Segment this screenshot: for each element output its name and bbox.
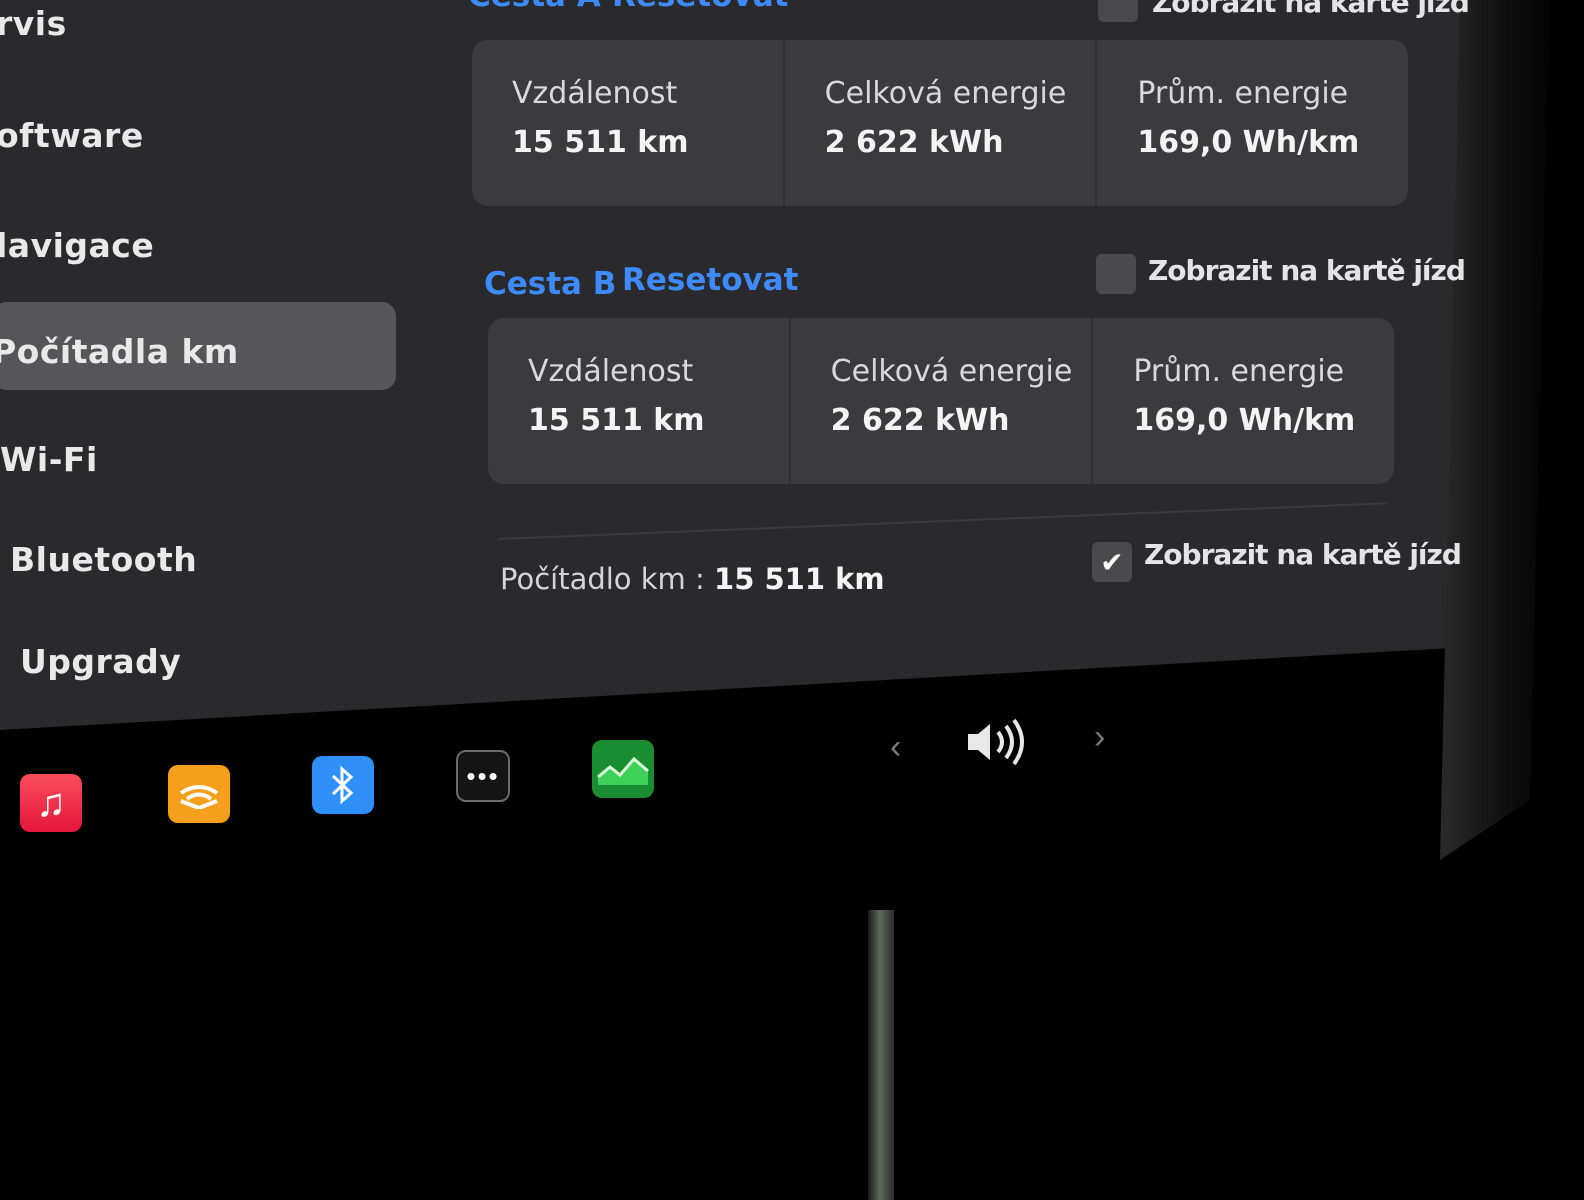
trip-b-reset-button[interactable]: Resetovat bbox=[622, 262, 798, 298]
stat-label: Prům. energie bbox=[1133, 354, 1345, 389]
trip-a-show-label: Zobrazit na kartě jízd bbox=[1152, 0, 1470, 19]
trip-b-distance: Vzdálenost 15 511 km bbox=[488, 318, 791, 484]
stat-value: 2 622 kWh bbox=[830, 403, 1010, 438]
stat-label: Prům. energie bbox=[1137, 76, 1349, 111]
checkmark-icon: ✔ bbox=[1100, 546, 1124, 578]
energy-app-icon[interactable] bbox=[592, 740, 654, 798]
trip-a-distance: Vzdálenost 15 511 km bbox=[472, 40, 785, 206]
trip-b-avg-energy: Prům. energie 169,0 Wh/km bbox=[1093, 318, 1394, 484]
speaker-volume-icon[interactable] bbox=[964, 716, 1030, 773]
trip-a-card: Vzdálenost 15 511 km Celková energie 2 6… bbox=[472, 40, 1408, 206]
display-mount bbox=[868, 910, 894, 1200]
music-icon[interactable]: ♫ bbox=[20, 774, 82, 832]
stat-value: 2 622 kWh bbox=[824, 125, 1004, 160]
trip-b-total-energy: Celková energie 2 622 kWh bbox=[791, 318, 1094, 484]
odometer-show-checkbox[interactable]: ✔ bbox=[1092, 542, 1132, 582]
stat-label: Vzdálenost bbox=[512, 76, 678, 111]
sidebar-item-trips[interactable]: Počítadla km bbox=[0, 302, 396, 390]
sidebar-item-label: Počítadla km bbox=[0, 332, 239, 371]
prev-arrow-icon[interactable]: ‹ bbox=[890, 728, 901, 767]
trip-b-show-checkbox[interactable] bbox=[1096, 254, 1136, 294]
odometer-row: Počítadlo km : 15 511 km bbox=[500, 562, 885, 596]
sidebar-item-service[interactable]: rvis bbox=[0, 4, 67, 43]
stat-value: 169,0 Wh/km bbox=[1137, 125, 1360, 160]
sidebar-item-navigation[interactable]: lavigace bbox=[0, 226, 154, 265]
sidebar-item-upgrades[interactable]: Upgrady bbox=[20, 642, 181, 681]
next-arrow-icon[interactable]: › bbox=[1094, 718, 1105, 757]
trip-a-show-checkbox[interactable] bbox=[1098, 0, 1138, 22]
trip-a-total-energy: Celková energie 2 622 kWh bbox=[785, 40, 1098, 206]
trip-a-avg-energy: Prům. energie 169,0 Wh/km bbox=[1097, 40, 1408, 206]
trip-a-title: Cesta A bbox=[468, 0, 601, 14]
trip-b-show-label: Zobrazit na kartě jízd bbox=[1148, 254, 1466, 287]
more-icon[interactable]: ••• bbox=[456, 750, 510, 802]
odometer-label: Počítadlo km : bbox=[500, 562, 705, 596]
sidebar-item-wifi[interactable]: Wi-Fi bbox=[0, 440, 98, 479]
sidebar-item-software[interactable]: oftware bbox=[0, 116, 144, 155]
trip-b-title: Cesta B bbox=[484, 266, 617, 302]
stat-label: Celková energie bbox=[830, 354, 1073, 389]
odometer-value: 15 511 km bbox=[714, 562, 885, 596]
stat-label: Vzdálenost bbox=[528, 354, 694, 389]
stat-value: 169,0 Wh/km bbox=[1133, 403, 1356, 438]
stat-value: 15 511 km bbox=[512, 125, 689, 160]
trip-b-card: Vzdálenost 15 511 km Celková energie 2 6… bbox=[488, 318, 1394, 484]
car-display: rvis oftware lavigace Počítadla km Wi-Fi… bbox=[0, 0, 1584, 1200]
odometer-show-label: Zobrazit na kartě jízd bbox=[1144, 538, 1462, 571]
audible-icon[interactable] bbox=[168, 765, 230, 823]
bluetooth-icon[interactable] bbox=[312, 756, 374, 814]
stat-label: Celková energie bbox=[824, 76, 1067, 111]
stat-value: 15 511 km bbox=[528, 403, 705, 438]
trip-a-reset-button[interactable]: Resetovat bbox=[612, 0, 788, 14]
sidebar-item-bluetooth[interactable]: Bluetooth bbox=[10, 540, 197, 579]
